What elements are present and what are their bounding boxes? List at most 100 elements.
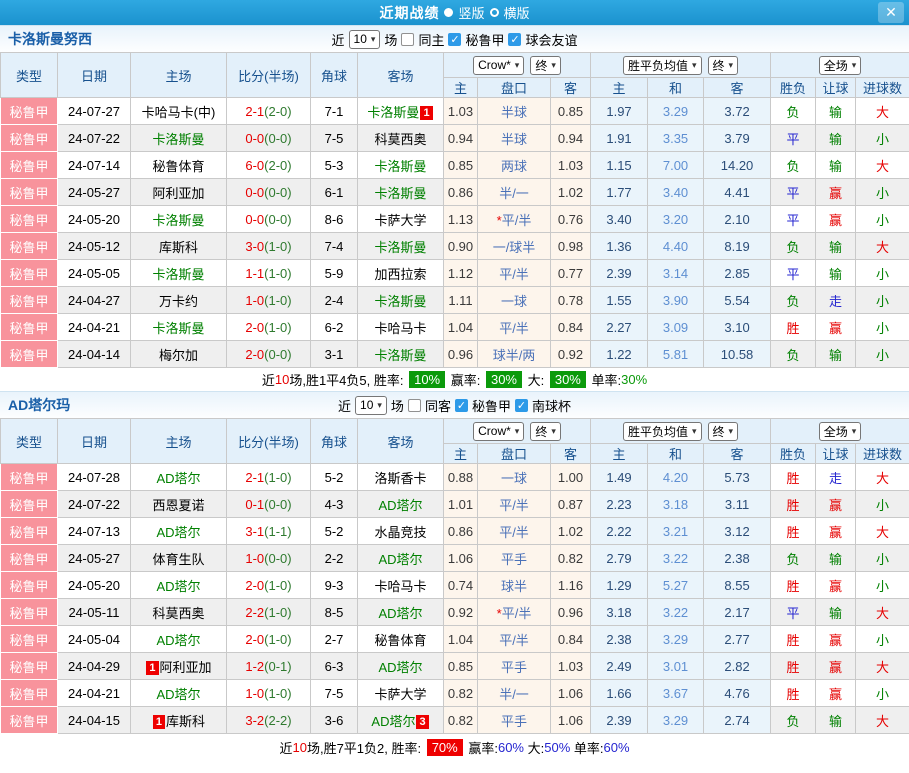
score-cell: 2-0(1-0) bbox=[227, 626, 311, 653]
avg-away-cell: 5.73 bbox=[704, 464, 771, 491]
home-team-cell: 卡洛斯曼 bbox=[131, 314, 227, 341]
wdl-result-cell: 胜 bbox=[771, 518, 816, 545]
avg-home-cell: 2.23 bbox=[591, 491, 648, 518]
summary-segment: 赢率: bbox=[447, 370, 484, 389]
layout-horizontal-radio[interactable] bbox=[490, 8, 499, 17]
avg-home-cell-value: 1.66 bbox=[606, 686, 631, 701]
avg-draw-cell-value: 3.40 bbox=[663, 185, 688, 200]
avg-away-cell: 14.20 bbox=[704, 152, 771, 179]
avg-home-cell: 1.91 bbox=[591, 125, 648, 152]
goals-result-cell: 小 bbox=[856, 125, 909, 152]
wdl-result-cell-value: 胜 bbox=[787, 525, 800, 540]
layout-horizontal-label[interactable]: 横版 bbox=[504, 3, 530, 22]
team-label: 梅尔加 bbox=[159, 348, 198, 363]
col-header: 主场 bbox=[131, 53, 227, 98]
match-count-select[interactable]: 10▾ bbox=[355, 396, 387, 415]
fulltime-score: 6-0 bbox=[245, 158, 264, 173]
odds-home-cell: 1.01 bbox=[444, 491, 478, 518]
col-header: 客场 bbox=[358, 53, 444, 98]
league-cell: 秘鲁甲 bbox=[1, 341, 58, 368]
handicap-result-cell: 输 bbox=[816, 707, 856, 734]
corner-cell: 3-1 bbox=[311, 341, 358, 368]
match-row: 秘鲁甲24-05-27阿利亚加0-0(0-0)6-1卡洛斯曼0.86半/一1.0… bbox=[1, 179, 909, 206]
layout-vertical-radio[interactable] bbox=[444, 8, 453, 17]
odds-final-select[interactable]: 终▾ bbox=[530, 422, 561, 441]
handicap-cell: 一球 bbox=[478, 464, 551, 491]
close-icon[interactable]: ✕ bbox=[878, 2, 904, 23]
odds-away-cell: 0.84 bbox=[551, 314, 591, 341]
handicap-result-cell-value: 赢 bbox=[829, 525, 842, 540]
section-header: 卡洛斯曼努西近10▾场同主✓秘鲁甲✓球会友谊 bbox=[0, 25, 909, 52]
odds-away-cell: 0.98 bbox=[551, 233, 591, 260]
handicap-value: 一球 bbox=[501, 294, 527, 309]
away-team-cell: 卡萨大学 bbox=[358, 680, 444, 707]
goals-result-cell-value: 小 bbox=[876, 267, 889, 282]
filter-controls: 近10▾场同主✓秘鲁甲✓球会友谊 bbox=[332, 30, 578, 49]
same-venue-checkbox[interactable] bbox=[401, 33, 414, 46]
avg-final-select[interactable]: 终▾ bbox=[708, 422, 739, 441]
team-label: 卡萨大学 bbox=[374, 687, 426, 702]
wdl-result-cell-value: 负 bbox=[787, 348, 800, 363]
odds-company-select[interactable]: Crow*▾ bbox=[473, 422, 524, 441]
handicap-result-cell: 赢 bbox=[816, 626, 856, 653]
goals-result-cell: 小 bbox=[856, 206, 909, 233]
sub-col-header: 胜负 bbox=[771, 444, 816, 464]
corner-cell: 6-1 bbox=[311, 179, 358, 206]
handicap-cell: 半球 bbox=[478, 98, 551, 125]
odds-away-value: 0.85 bbox=[558, 104, 583, 119]
chevron-down-icon: ▾ bbox=[852, 426, 857, 437]
league-cell: 秘鲁甲 bbox=[1, 233, 58, 260]
avg-odds-select[interactable]: 胜平负均值▾ bbox=[623, 56, 702, 75]
score-cell: 1-0(0-0) bbox=[227, 545, 311, 572]
date-cell: 24-07-28 bbox=[58, 464, 131, 491]
odds-away-cell: 0.94 bbox=[551, 125, 591, 152]
match-row: 秘鲁甲24-04-14梅尔加2-0(0-0)3-1卡洛斯曼0.96球半/两0.9… bbox=[1, 341, 909, 368]
scope-select[interactable]: 全场▾ bbox=[819, 422, 862, 441]
wdl-result-cell: 平 bbox=[771, 125, 816, 152]
handicap-value: 两球 bbox=[501, 159, 527, 174]
odds-company-select[interactable]: Crow*▾ bbox=[473, 56, 524, 75]
wdl-result-cell-value: 负 bbox=[787, 105, 800, 120]
odds-final-select[interactable]: 终▾ bbox=[530, 56, 561, 75]
date-cell: 24-04-29 bbox=[58, 653, 131, 680]
league-cell: 秘鲁甲 bbox=[1, 98, 58, 125]
odds-home-cell: 1.06 bbox=[444, 545, 478, 572]
handicap-result-cell: 赢 bbox=[816, 179, 856, 206]
sub-col-header: 客 bbox=[704, 78, 771, 98]
odds-home-cell: 0.85 bbox=[444, 152, 478, 179]
cup-filter-label: 球会友谊 bbox=[525, 30, 577, 49]
cup-checkbox[interactable]: ✓ bbox=[515, 399, 528, 412]
avg-home-cell: 2.39 bbox=[591, 707, 648, 734]
corner-cell: 2-7 bbox=[311, 626, 358, 653]
score-cell: 3-0(1-0) bbox=[227, 233, 311, 260]
avg-final-select[interactable]: 终▾ bbox=[708, 56, 739, 75]
same-venue-checkbox[interactable] bbox=[408, 399, 421, 412]
fulltime-score: 0-0 bbox=[245, 212, 264, 227]
league-checkbox[interactable]: ✓ bbox=[448, 33, 461, 46]
home-team-cell: AD塔尔 bbox=[131, 464, 227, 491]
avg-odds-select[interactable]: 胜平负均值▾ bbox=[623, 422, 702, 441]
handicap-value: 平/半 bbox=[499, 498, 529, 513]
wdl-result-cell: 负 bbox=[771, 545, 816, 572]
goals-result-cell-value: 小 bbox=[876, 321, 889, 336]
avg-home-cell: 1.36 bbox=[591, 233, 648, 260]
match-count-select-value: 10 bbox=[360, 398, 373, 412]
goals-result-cell: 大 bbox=[856, 233, 909, 260]
cup-checkbox[interactable]: ✓ bbox=[508, 33, 521, 46]
date-cell: 24-07-13 bbox=[58, 518, 131, 545]
wdl-result-cell-value: 平 bbox=[787, 606, 800, 621]
team-label: AD塔尔 bbox=[378, 606, 422, 621]
goals-result-cell-value: 小 bbox=[876, 498, 889, 513]
scope-select[interactable]: 全场▾ bbox=[819, 56, 862, 75]
avg-draw-cell-value: 4.40 bbox=[663, 239, 688, 254]
league-checkbox[interactable]: ✓ bbox=[455, 399, 468, 412]
sub-col-header: 进球数 bbox=[856, 444, 909, 464]
fulltime-score: 2-0 bbox=[245, 578, 264, 593]
handicap-cell: 平手 bbox=[478, 653, 551, 680]
match-count-select[interactable]: 10▾ bbox=[349, 30, 381, 49]
odds-home-value: 0.96 bbox=[448, 347, 473, 362]
wdl-result-cell-value: 负 bbox=[787, 552, 800, 567]
home-team-cell: 1库斯科 bbox=[131, 707, 227, 734]
layout-vertical-label[interactable]: 竖版 bbox=[458, 3, 484, 22]
date-cell: 24-05-04 bbox=[58, 626, 131, 653]
